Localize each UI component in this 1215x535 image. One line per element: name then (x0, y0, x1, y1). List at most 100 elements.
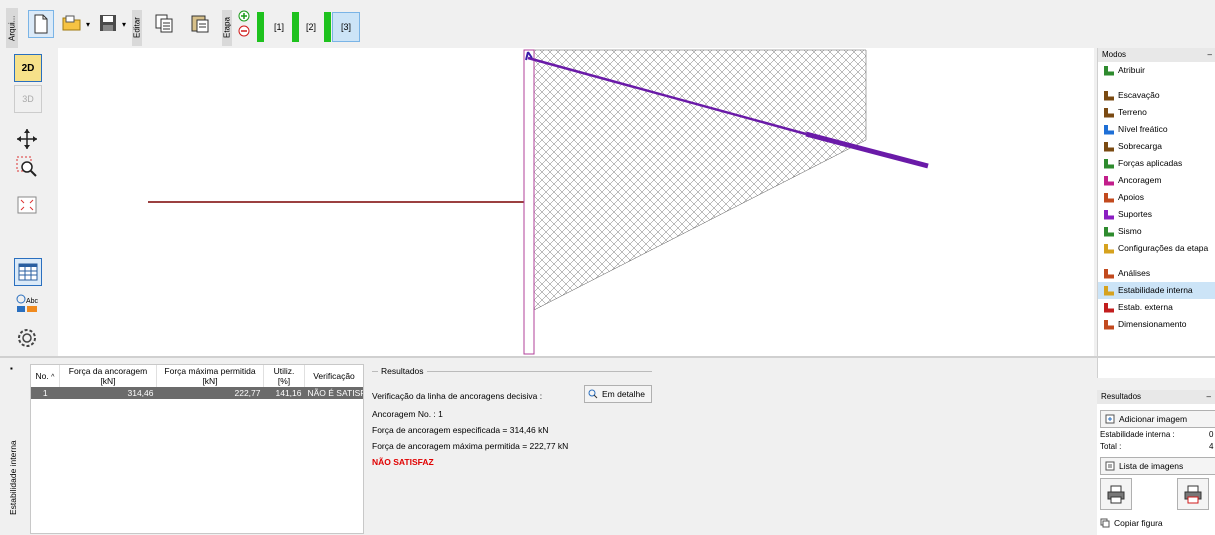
total-count-label: Total : (1100, 442, 1122, 451)
mode-item-label: Apoios (1118, 192, 1144, 202)
open-file-button[interactable] (60, 10, 84, 36)
panel-divider[interactable] (0, 356, 1215, 358)
add-image-label: Adicionar imagem (1119, 414, 1188, 424)
stage-1-button[interactable]: [1] (268, 13, 290, 41)
drawing-canvas[interactable] (58, 48, 1094, 356)
view-3d-button[interactable]: 3D (14, 85, 42, 113)
mode-item-label: Nível freático (1118, 124, 1168, 134)
copy-data-button[interactable] (152, 10, 176, 36)
editar-group-label: Editar (132, 10, 142, 46)
soil-wedge (529, 49, 867, 311)
minimize-icon[interactable]: – (1207, 390, 1211, 404)
mode-item-7[interactable]: Apoios (1098, 189, 1215, 206)
pin-icon[interactable]: ▪ (10, 364, 13, 373)
verification-status: NÃO SATISFAZ (372, 457, 434, 467)
mode-item-label: Sismo (1118, 226, 1142, 236)
column-max-force-header[interactable]: Força máxima permitida [kN] (156, 365, 264, 387)
cell-util: 141,16 (275, 388, 302, 398)
column-force-header[interactable]: Força da ancoragem [kN] (59, 365, 157, 387)
mode-item-11[interactable]: Análises (1098, 265, 1215, 282)
add-stage-button[interactable] (238, 10, 250, 24)
internal-stability-count: 0 (1209, 430, 1214, 439)
anchor-icon (1104, 175, 1114, 186)
table-row[interactable]: 1 314,46 222,77 141,16 NÃO É SATISF (31, 387, 363, 399)
view-2d-button[interactable]: 2D (14, 54, 42, 82)
add-image-icon (1105, 414, 1115, 424)
modes-panel: Modos – Atribuir Escavação Terreno Nível fr… (1097, 48, 1215, 378)
side-tab[interactable]: ▪ Estabilidade interna (4, 362, 24, 534)
copy-figure-button[interactable]: Copiar figura (1100, 518, 1163, 528)
geometry-drawing (148, 49, 929, 355)
total-count: 4 (1209, 442, 1214, 451)
results-side-header: Resultados – (1097, 390, 1215, 404)
add-image-button[interactable]: Adicionar imagem (1100, 410, 1215, 428)
paste-icon (191, 15, 209, 33)
cell-force: 314,46 (127, 388, 154, 398)
external-stability-icon (1104, 302, 1114, 313)
results-group: Resultados Verificação da linha de ancor… (372, 366, 672, 467)
mode-item-label: Dimensionamento (1118, 319, 1187, 329)
save-dropdown-chevron-icon[interactable]: ▾ (122, 20, 126, 29)
supports-icon (1104, 209, 1114, 220)
mode-item-3[interactable]: Nível freático (1098, 121, 1215, 138)
mode-item-0[interactable]: Atribuir (1098, 62, 1215, 79)
mode-item-label: Atribuir (1118, 65, 1145, 75)
column-util-header[interactable]: Utiliz. [%] (263, 365, 305, 387)
mode-item-2[interactable]: Terreno (1098, 104, 1215, 121)
paste-data-button[interactable] (188, 10, 212, 36)
anchor-results-table: No. ^ Força da ancoragem [kN] Força máxim… (30, 364, 364, 534)
mode-item-8[interactable]: Suportes (1098, 206, 1215, 223)
mode-item-4[interactable]: Sobrecarga (1098, 138, 1215, 155)
zoom-icon (16, 156, 37, 177)
svg-text:Abc: Abc (26, 298, 38, 305)
modes-list: Atribuir Escavação Terreno Nível freático So… (1098, 62, 1215, 333)
mode-item-14[interactable]: Dimensionamento (1098, 316, 1215, 333)
stage-3-button[interactable]: [3] (332, 12, 360, 42)
table-view-button[interactable] (14, 258, 42, 286)
add-stage-icon (238, 10, 250, 22)
stage-2-button[interactable]: [2] (300, 13, 322, 41)
save-icon (100, 15, 116, 31)
props-icon (1104, 192, 1114, 203)
print-button[interactable] (1100, 478, 1132, 510)
open-dropdown-chevron-icon[interactable]: ▾ (86, 20, 90, 29)
results-side-title: Resultados (1101, 392, 1142, 401)
zoom-button[interactable] (14, 154, 40, 180)
mode-item-12[interactable]: Estabilidade interna (1098, 282, 1215, 299)
detail-button[interactable]: Em detalhe (584, 385, 652, 403)
mode-item-5[interactable]: Forças aplicadas (1098, 155, 1215, 172)
labels-settings-button[interactable]: Abc (14, 291, 40, 317)
save-button[interactable] (96, 10, 120, 36)
zoom-extents-button[interactable] (14, 192, 40, 218)
gear-icon (18, 329, 36, 347)
print-pdf-button[interactable] (1177, 478, 1209, 510)
etapa-group-label: Etapa (222, 10, 232, 46)
image-list-button[interactable]: Lista de imagens (1100, 457, 1215, 475)
water-level-icon (1104, 124, 1114, 135)
surcharge-icon (1104, 141, 1114, 152)
zoom-extents-icon (17, 196, 37, 214)
main-toolbar: Arqui... ▾ ▾ Editar Etapa [1] [2] [3] (0, 0, 1215, 48)
minimize-icon[interactable]: – (1208, 48, 1212, 62)
analysis-icon (1104, 268, 1114, 279)
results-group-header: Resultados (372, 366, 652, 376)
mode-item-9[interactable]: Sismo (1098, 223, 1215, 240)
sort-icon: ^ (51, 374, 55, 381)
column-check-header[interactable]: Verificação (304, 365, 363, 387)
cell-no: 1 (42, 388, 48, 398)
settings-button[interactable] (14, 325, 40, 351)
table-header-row: No. ^ Força da ancoragem [kN] Força máxim… (31, 365, 363, 387)
pan-button[interactable] (14, 126, 40, 152)
printer-pdf-icon (1184, 485, 1202, 504)
remove-stage-icon (238, 25, 250, 37)
remove-stage-button[interactable] (238, 25, 250, 39)
mode-item-1[interactable]: Escavação (1098, 87, 1215, 104)
mode-item-label: Suportes (1118, 209, 1153, 219)
image-list-label: Lista de imagens (1119, 461, 1184, 471)
mode-item-10[interactable]: Configurações da etapa (1098, 240, 1215, 257)
new-file-button[interactable] (28, 10, 54, 38)
column-no-header[interactable]: No. ^ (31, 365, 60, 387)
modes-panel-header: Modos – (1098, 48, 1215, 62)
mode-item-13[interactable]: Estab. externa (1098, 299, 1215, 316)
mode-item-6[interactable]: Ancoragem (1098, 172, 1215, 189)
